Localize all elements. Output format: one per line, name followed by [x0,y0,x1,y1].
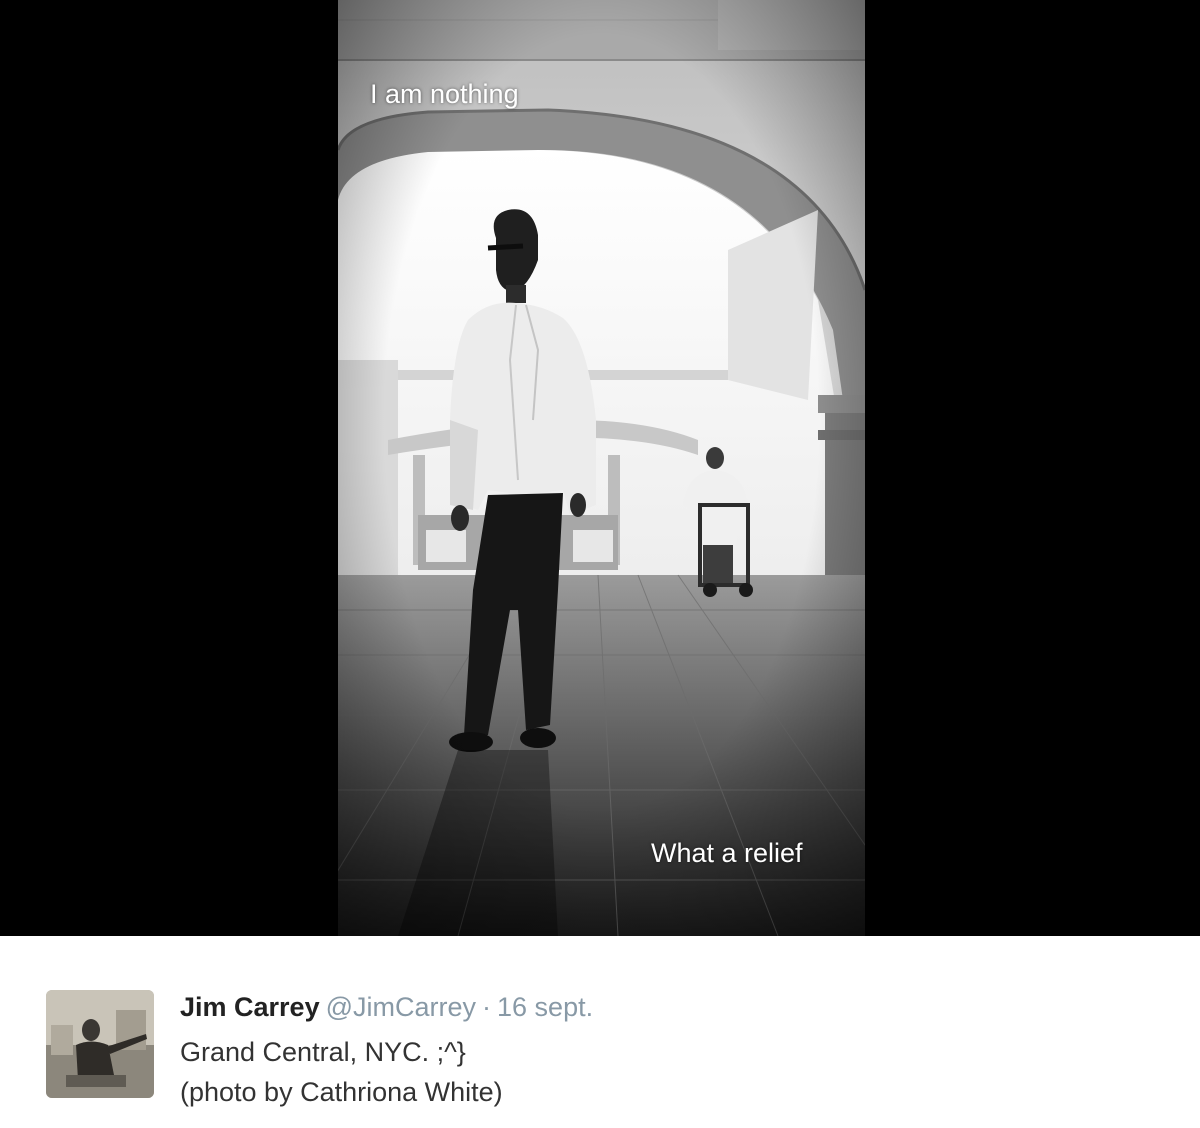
tweet-text-line: (photo by Cathriona White) [180,1077,503,1107]
user-handle[interactable]: @JimCarrey [326,992,476,1022]
photo[interactable] [338,0,865,936]
tweet-screenshot: I am nothing What a relief Jim Carrey @Ji… [0,0,1200,1128]
tweet-header: Jim Carrey @JimCarrey · 16 sept. [180,990,593,1024]
meta-separator: · [482,992,492,1022]
grand-central-photo [338,0,865,936]
tweet-timestamp[interactable]: 16 sept. [497,992,593,1022]
photo-caption-top: I am nothing [370,79,519,109]
display-name[interactable]: Jim Carrey [180,992,320,1022]
photo-caption-bottom: What a relief [651,838,803,868]
tweet-text: Grand Central, NYC. ;^} (photo by Cathri… [180,1032,503,1112]
tweet-text-line: Grand Central, NYC. ;^} [180,1037,466,1067]
avatar-image [46,990,154,1098]
avatar[interactable] [46,990,154,1098]
tweet-media[interactable]: I am nothing What a relief [0,0,1200,936]
